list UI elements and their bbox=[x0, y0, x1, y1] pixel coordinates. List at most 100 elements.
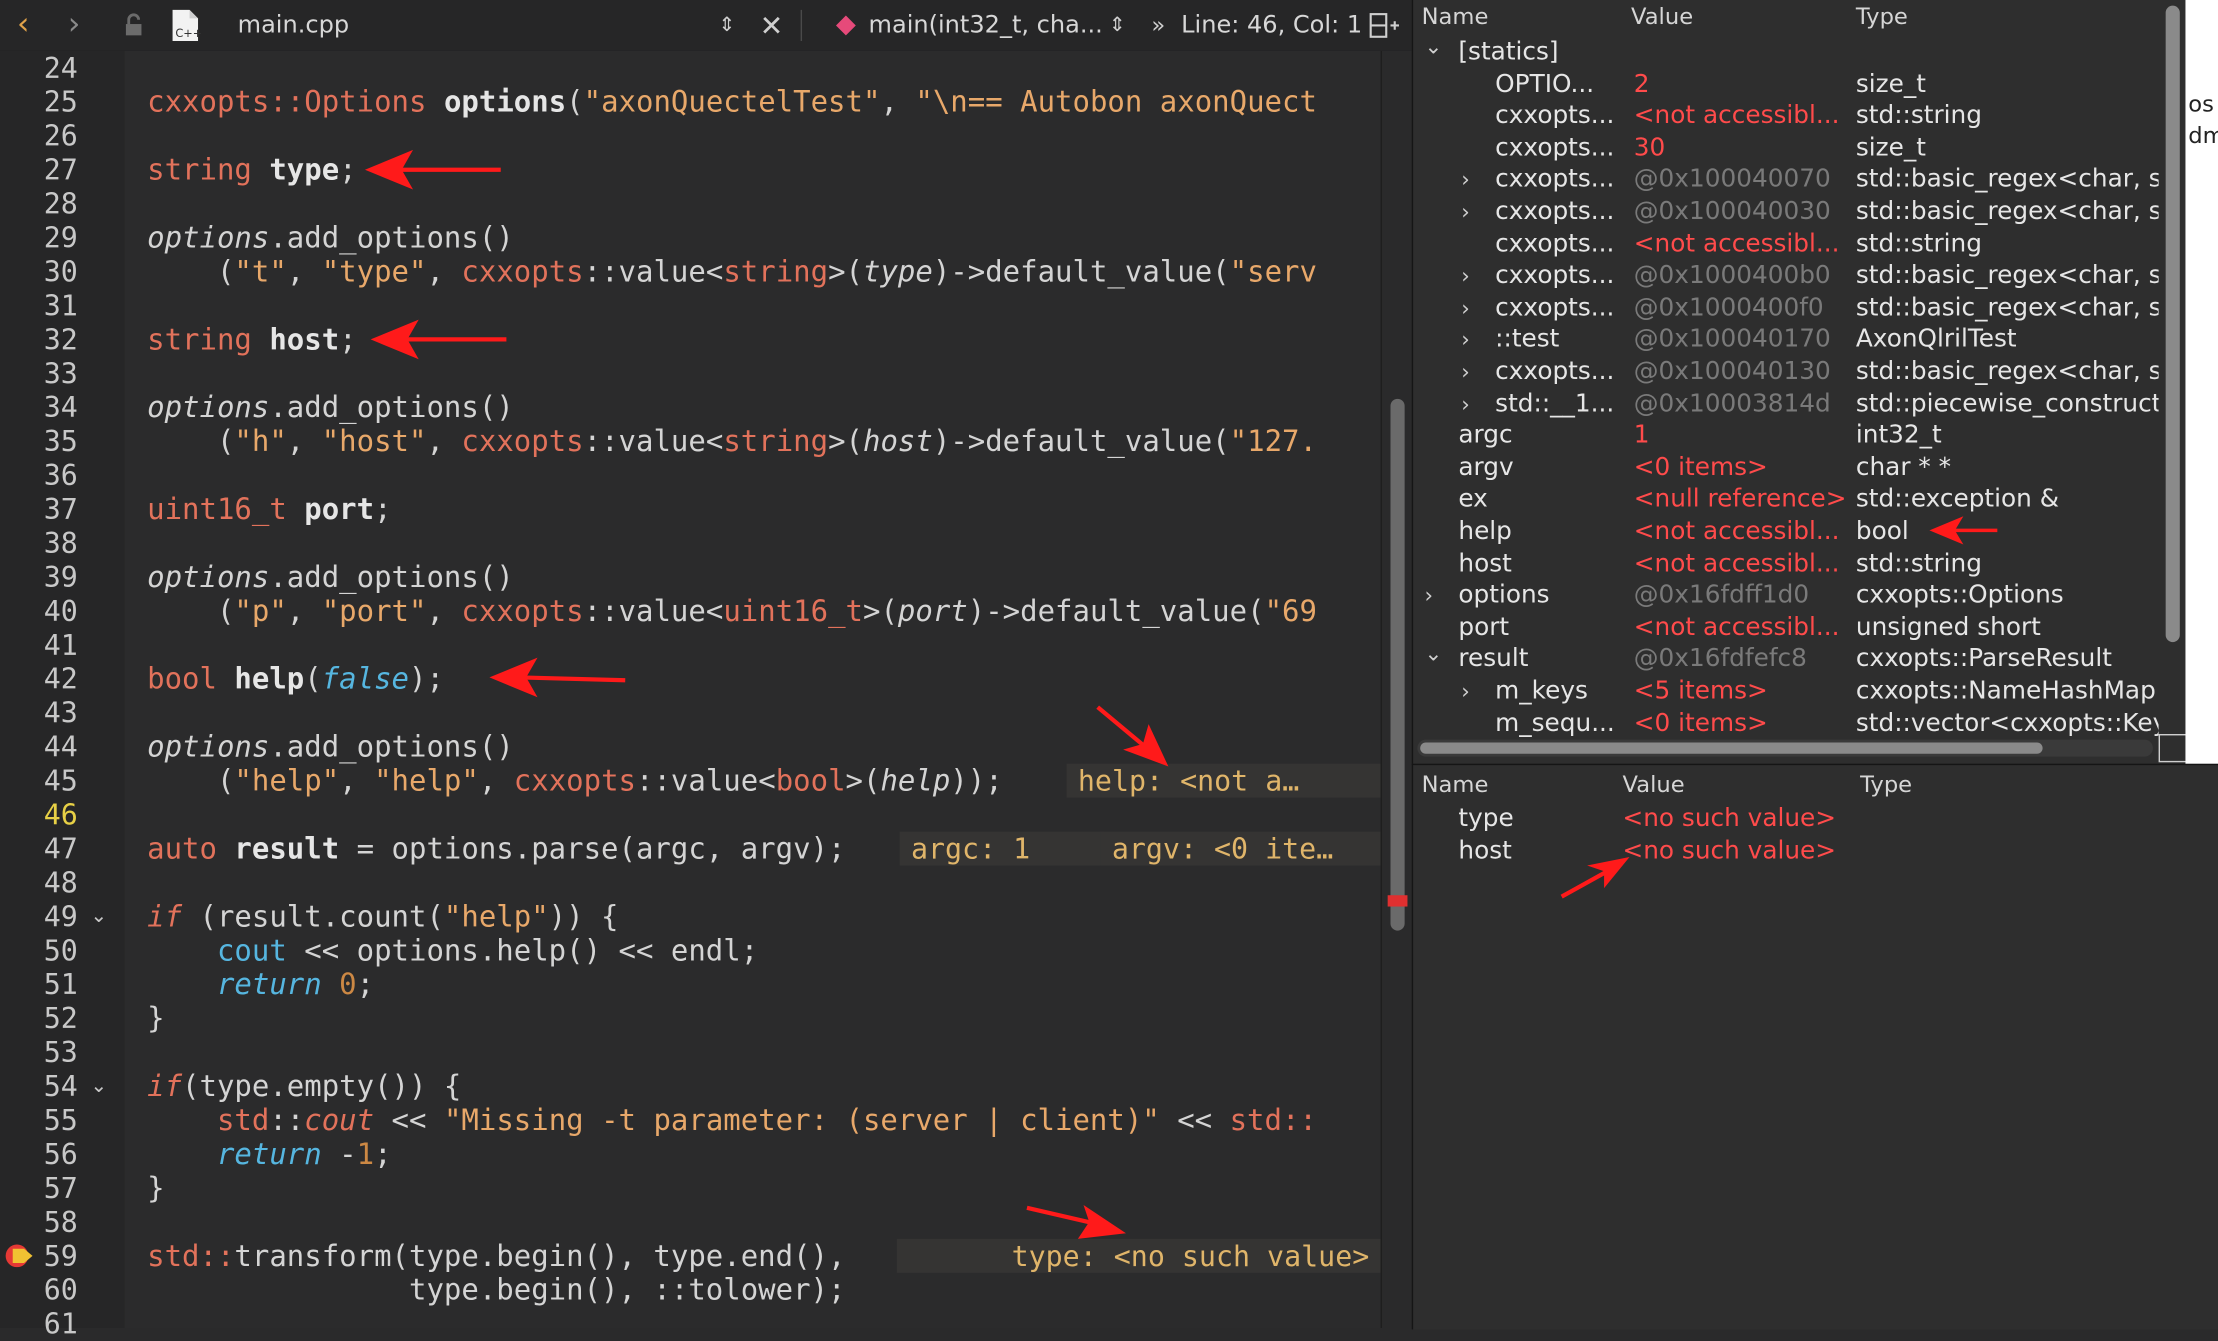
watch-col-header-type[interactable]: Type bbox=[1860, 768, 1912, 802]
line-number[interactable]: 48 bbox=[0, 866, 78, 900]
variable-row[interactable]: ›::test @0x100040170 AxonQlrilTest bbox=[1413, 324, 2163, 356]
line-number[interactable]: 56 bbox=[0, 1137, 78, 1171]
variable-type: cxxopts::ParseResult bbox=[1855, 645, 2112, 674]
expand-chevron-icon[interactable]: › bbox=[1461, 356, 1481, 387]
variable-row[interactable]: › cxxopts... @0x1000400b0 std::basic_regex<… bbox=[1413, 260, 2163, 292]
watch-row[interactable]: type <no such value> bbox=[1413, 803, 2163, 835]
collapse-chevron-icon[interactable]: ⌄ bbox=[1424, 31, 1444, 62]
close-icon[interactable]: ✕ bbox=[760, 0, 784, 51]
line-number[interactable]: 45 bbox=[0, 764, 78, 798]
editor-scroll-thumb[interactable] bbox=[1390, 398, 1405, 931]
line-number[interactable]: 61 bbox=[0, 1307, 78, 1341]
line-number[interactable]: 24 bbox=[0, 51, 78, 85]
lock-icon[interactable] bbox=[122, 0, 147, 51]
variables-scroll-thumb[interactable] bbox=[2165, 5, 2180, 643]
variable-row[interactable]: m_sequ... <0 items> std::vector<cxxopts::K… bbox=[1413, 708, 2163, 740]
overflow-chevron-icon[interactable]: » bbox=[1151, 0, 1165, 51]
line-number[interactable]: 46 bbox=[0, 798, 78, 832]
line-number[interactable]: 39 bbox=[0, 560, 78, 594]
editor-scrollbar[interactable] bbox=[1380, 50, 1414, 1328]
variable-row[interactable]: cxxopts... <not accessibl... std::string bbox=[1413, 229, 2163, 261]
line-number[interactable]: 55 bbox=[0, 1103, 78, 1137]
line-number[interactable]: 50 bbox=[0, 933, 78, 967]
line-number[interactable]: 26 bbox=[0, 119, 78, 153]
variable-row[interactable]: › cxxopts... @0x100040030 std::basic_regex<… bbox=[1413, 197, 2163, 229]
variable-row[interactable]: ⌄ [statics] bbox=[1413, 34, 2163, 69]
code-area[interactable]: cxxopts::Options options("axonQuectelTes… bbox=[124, 50, 1381, 1328]
line-number[interactable]: 32 bbox=[0, 322, 78, 356]
expand-chevron-icon[interactable]: › bbox=[1461, 388, 1481, 419]
line-number[interactable]: 53 bbox=[0, 1035, 78, 1069]
line-number[interactable]: 38 bbox=[0, 526, 78, 560]
line-number[interactable]: 52 bbox=[0, 1001, 78, 1035]
line-number[interactable]: 25 bbox=[0, 85, 78, 119]
expand-chevron-icon[interactable]: › bbox=[1461, 292, 1481, 323]
col-header-value[interactable]: Value bbox=[1631, 0, 1693, 34]
fold-chevron-icon[interactable]: ⌄ bbox=[91, 1069, 111, 1103]
variable-row[interactable]: argc 1 int32_t bbox=[1413, 420, 2163, 452]
variable-row[interactable]: ⌄ result @0x16fdfefc8 cxxopts::ParseResult bbox=[1413, 641, 2163, 676]
variable-row[interactable]: › m_keys <5 items> cxxopts::NameHashMap bbox=[1413, 676, 2163, 708]
line-number-gutter[interactable]: 24 25 26 27 28 29 30 31 32 33 34 35 36 37 38 39 40 41 42 43… bbox=[0, 50, 125, 1341]
line-number[interactable]: 42 bbox=[0, 662, 78, 696]
file-name[interactable]: main.cpp bbox=[238, 0, 349, 51]
collapse-chevron-icon[interactable]: ⌄ bbox=[1424, 638, 1444, 669]
variable-row[interactable]: › std::__1... @0x10003814d std::piecewise_c… bbox=[1413, 388, 2163, 420]
variable-row[interactable]: › cxxopts... @0x100040130 std::basic_regex<… bbox=[1413, 356, 2163, 388]
line-number[interactable]: 33 bbox=[0, 356, 78, 390]
line-number[interactable]: 30 bbox=[0, 255, 78, 289]
variables-vertical-scrollbar[interactable] bbox=[2163, 5, 2183, 643]
line-number[interactable]: 60 bbox=[0, 1273, 78, 1307]
expand-chevron-icon[interactable]: › bbox=[1461, 197, 1481, 228]
function-selector-chevrons-icon[interactable]: ⇕ bbox=[1109, 0, 1126, 51]
variable-row[interactable]: host <not accessibl... std::string bbox=[1413, 548, 2163, 580]
line-number[interactable]: 43 bbox=[0, 696, 78, 730]
variable-row[interactable]: cxxopts... <not accessibl... std::string bbox=[1413, 101, 2163, 133]
line-number[interactable]: 49 bbox=[0, 899, 78, 933]
back-arrow-icon[interactable]: ‹ bbox=[17, 0, 29, 51]
line-number[interactable]: 36 bbox=[0, 458, 78, 492]
line-number[interactable]: 58 bbox=[0, 1205, 78, 1239]
file-selector-chevrons-icon[interactable]: ⇕ bbox=[719, 0, 736, 51]
line-number[interactable]: 47 bbox=[0, 832, 78, 866]
variables-hscroll-thumb[interactable] bbox=[1420, 742, 2043, 754]
variable-row[interactable]: OPTIO... 2 size_t bbox=[1413, 69, 2163, 101]
variable-row[interactable]: argv <0 items> char * * bbox=[1413, 452, 2163, 484]
variable-row[interactable]: ex <null reference> std::exception & bbox=[1413, 484, 2163, 516]
breakpoint-marker-icon[interactable] bbox=[4, 1242, 41, 1270]
variable-row[interactable]: help <not accessibl... bool bbox=[1413, 516, 2163, 548]
watch-col-header-value[interactable]: Value bbox=[1622, 768, 1684, 802]
line-number[interactable]: 31 bbox=[0, 289, 78, 323]
variable-row[interactable]: › cxxopts... @0x1000400f0 std::basic_regex<… bbox=[1413, 292, 2163, 324]
line-number[interactable]: 44 bbox=[0, 730, 78, 764]
watch-col-header-name[interactable]: Name bbox=[1422, 768, 1489, 802]
variable-row[interactable]: › cxxopts... @0x100040070 std::basic_regex<… bbox=[1413, 165, 2163, 197]
expand-chevron-icon[interactable]: › bbox=[1461, 676, 1481, 707]
variable-row[interactable]: port <not accessibl... unsigned short bbox=[1413, 612, 2163, 644]
line-number[interactable]: 35 bbox=[0, 424, 78, 458]
function-selector[interactable]: main(int32_t, cha... bbox=[869, 0, 1103, 51]
variables-horizontal-scrollbar[interactable] bbox=[1417, 739, 2153, 757]
line-number[interactable]: 41 bbox=[0, 628, 78, 662]
variable-row[interactable]: cxxopts... 30 size_t bbox=[1413, 133, 2163, 165]
line-number[interactable]: 28 bbox=[0, 187, 78, 221]
fold-chevron-icon[interactable]: ⌄ bbox=[91, 899, 111, 933]
line-number[interactable]: 57 bbox=[0, 1171, 78, 1205]
variable-row[interactable]: › options @0x16fdff1d0 cxxopts::Options bbox=[1413, 580, 2163, 612]
line-number[interactable]: 34 bbox=[0, 390, 78, 424]
line-number[interactable]: 29 bbox=[0, 221, 78, 255]
col-header-name[interactable]: Name bbox=[1422, 0, 1489, 34]
line-number[interactable]: 54 bbox=[0, 1069, 78, 1103]
watch-row[interactable]: host <no such value> bbox=[1413, 835, 2163, 867]
expand-chevron-icon[interactable]: › bbox=[1461, 324, 1481, 355]
expand-chevron-icon[interactable]: › bbox=[1461, 260, 1481, 291]
forward-arrow-icon[interactable]: › bbox=[68, 0, 80, 51]
line-number[interactable]: 40 bbox=[0, 594, 78, 628]
expand-chevron-icon[interactable]: › bbox=[1461, 165, 1481, 196]
split-editor-icon[interactable] bbox=[1369, 0, 1400, 51]
line-number[interactable]: 51 bbox=[0, 967, 78, 1001]
expand-chevron-icon[interactable]: › bbox=[1424, 580, 1444, 611]
col-header-type[interactable]: Type bbox=[1856, 0, 1908, 34]
line-number[interactable]: 37 bbox=[0, 492, 78, 526]
line-number[interactable]: 27 bbox=[0, 153, 78, 187]
